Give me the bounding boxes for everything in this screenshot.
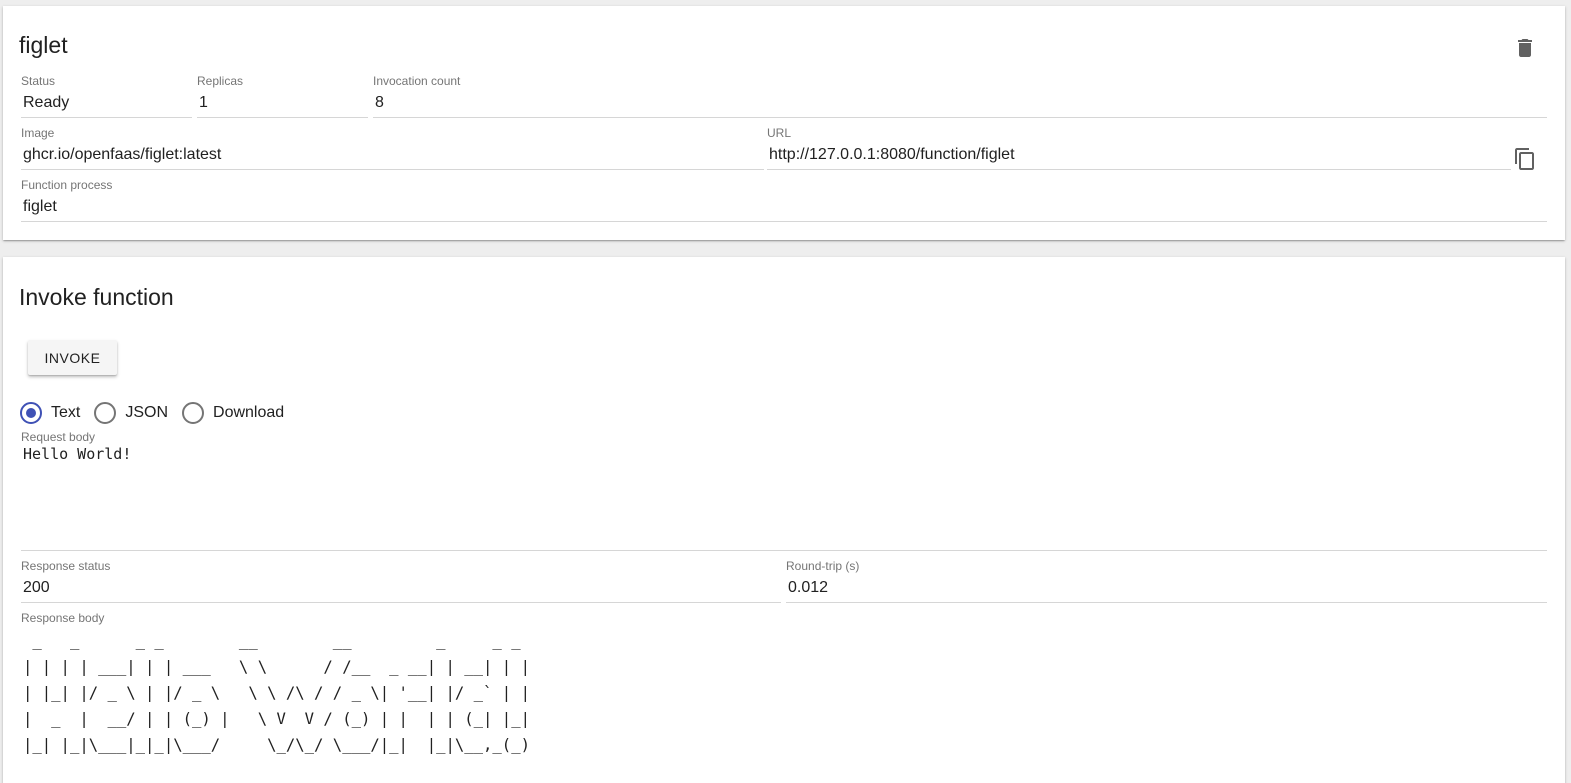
radio-checked-icon[interactable] (20, 402, 42, 424)
response-status-field: Response status 200 (21, 559, 781, 603)
replicas-value: 1 (199, 94, 208, 111)
image-value: ghcr.io/openfaas/figlet:latest (23, 146, 222, 163)
content-type-radio-group: Text JSON Download (20, 402, 298, 424)
radio-json-label: JSON (125, 404, 169, 421)
request-body-input[interactable]: Hello World! (23, 445, 131, 463)
request-body-field[interactable]: Request body Hello World! (21, 430, 1547, 551)
invocation-count-value: 8 (375, 94, 384, 111)
function-process-field: Function process figlet (21, 178, 1547, 222)
roundtrip-value: 0.012 (788, 579, 829, 596)
function-name-title: figlet (19, 32, 68, 58)
status-label: Status (21, 74, 56, 88)
roundtrip-field: Round-trip (s) 0.012 (786, 559, 1547, 603)
response-body-label: Response body (21, 611, 105, 625)
radio-json[interactable]: JSON (94, 402, 168, 424)
image-label: Image (21, 126, 55, 140)
radio-download-label: Download (213, 404, 285, 421)
radio-unchecked-icon[interactable] (182, 402, 205, 424)
radio-text[interactable]: Text (20, 402, 80, 424)
url-field: URL http://127.0.0.1:8080/function/figle… (767, 126, 1511, 170)
radio-text-label: Text (51, 404, 81, 421)
trash-icon (1518, 39, 1532, 57)
invocation-count-label: Invocation count (373, 74, 461, 88)
invoke-function-card: Invoke function INVOKE Text JSON Downloa… (3, 257, 1565, 783)
url-value: http://127.0.0.1:8080/function/figlet (769, 146, 1015, 163)
function-process-value: figlet (23, 198, 57, 215)
copy-url-button[interactable] (1513, 147, 1537, 171)
invocation-count-field: Invocation count 8 (373, 74, 1547, 118)
invoke-button[interactable]: INVOKE (28, 340, 117, 375)
response-status-value: 200 (23, 579, 50, 596)
response-body-value: _ _ _ _ __ __ _ _ _ | | | | ___| | | ___… (23, 632, 530, 754)
radio-unchecked-icon[interactable] (94, 402, 117, 424)
status-field: Status Ready (21, 74, 192, 118)
function-process-label: Function process (21, 178, 113, 192)
request-body-label: Request body (21, 430, 96, 444)
function-details-card: figlet Status Ready Replicas 1 Invocatio… (3, 6, 1565, 240)
url-label: URL (767, 126, 792, 140)
invoke-section-title: Invoke function (19, 284, 174, 310)
response-status-label: Response status (21, 559, 111, 573)
response-body-field: Response body _ _ _ _ __ __ _ _ _ | | | … (21, 611, 1547, 771)
copy-icon (1515, 148, 1534, 170)
image-field: Image ghcr.io/openfaas/figlet:latest (21, 126, 764, 170)
delete-function-button[interactable] (1513, 36, 1537, 60)
replicas-field: Replicas 1 (197, 74, 368, 118)
roundtrip-label: Round-trip (s) (786, 559, 860, 573)
radio-download[interactable]: Download (182, 402, 284, 424)
replicas-label: Replicas (197, 74, 244, 88)
status-value: Ready (23, 94, 70, 111)
